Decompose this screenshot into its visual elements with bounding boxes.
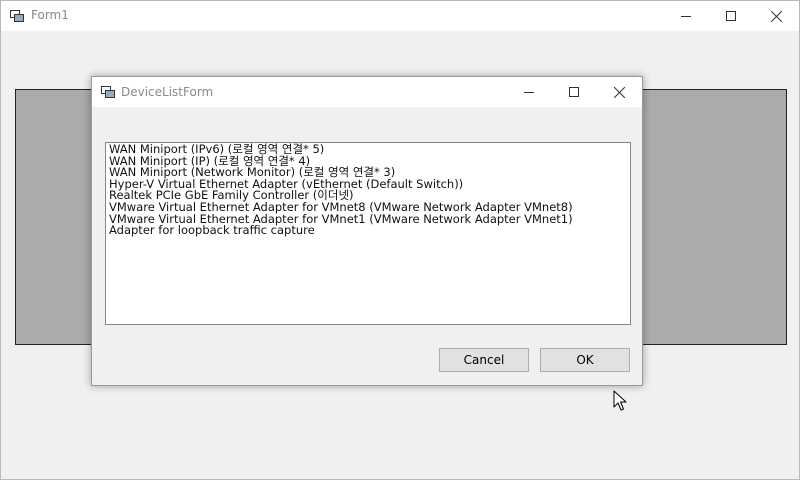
form-icon <box>101 86 115 98</box>
device-list-dialog: DeviceListForm WAN Miniport (IPv6) (로컬 영… <box>91 76 643 386</box>
device-listbox[interactable]: WAN Miniport (IPv6) (로컬 영역 연결* 5) WAN Mi… <box>105 142 631 325</box>
minimize-button[interactable] <box>663 1 709 31</box>
close-icon <box>613 86 625 98</box>
dialog-titlebar[interactable]: DeviceListForm <box>92 77 642 107</box>
minimize-icon <box>681 16 691 17</box>
mouse-cursor-icon <box>613 390 627 411</box>
maximize-icon <box>726 11 736 21</box>
list-item[interactable]: Adapter for loopback traffic capture <box>109 225 627 237</box>
maximize-button[interactable] <box>708 1 754 31</box>
close-button[interactable] <box>753 1 799 31</box>
dialog-minimize-button[interactable] <box>506 77 552 107</box>
main-titlebar[interactable]: Form1 <box>1 1 799 31</box>
cancel-button[interactable]: Cancel <box>439 348 529 372</box>
dialog-close-button[interactable] <box>596 77 642 107</box>
close-icon <box>770 10 782 22</box>
minimize-icon <box>524 92 534 93</box>
ok-button[interactable]: OK <box>540 348 630 372</box>
main-window-title: Form1 <box>31 8 69 22</box>
dialog-maximize-button[interactable] <box>551 77 597 107</box>
maximize-icon <box>569 87 579 97</box>
dialog-title: DeviceListForm <box>121 85 214 99</box>
form-icon <box>10 10 24 22</box>
